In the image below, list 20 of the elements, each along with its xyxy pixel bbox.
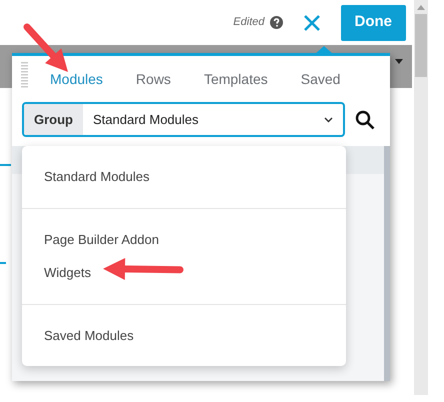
- select-value: Standard Modules: [92, 110, 200, 129]
- close-icon[interactable]: [302, 14, 320, 32]
- tab[interactable]: Modules: [40, 69, 113, 90]
- group-select[interactable]: Group Standard Modules: [22, 102, 345, 137]
- dropdown-option[interactable]: Saved Modules: [22, 318, 346, 352]
- tab[interactable]: Rows: [126, 69, 181, 90]
- edited-status: Edited: [233, 15, 264, 30]
- guide-line: [0, 262, 6, 264]
- dropdown-option[interactable]: Page Builder Addon: [22, 222, 346, 256]
- scrollbar[interactable]: [414, 0, 428, 395]
- dropdown-option[interactable]: Standard Modules: [22, 160, 346, 194]
- group-label: Group: [24, 104, 83, 135]
- search-icon[interactable]: [355, 110, 375, 130]
- chevron-icon: [324, 116, 333, 122]
- tab[interactable]: Saved: [290, 69, 350, 90]
- help-icon[interactable]: [270, 16, 282, 29]
- dropdown-option[interactable]: Widgets: [22, 256, 346, 290]
- scrollbar[interactable]: [384, 146, 390, 381]
- tab[interactable]: Templates: [194, 69, 278, 90]
- drag-handle-icon[interactable]: [21, 62, 28, 90]
